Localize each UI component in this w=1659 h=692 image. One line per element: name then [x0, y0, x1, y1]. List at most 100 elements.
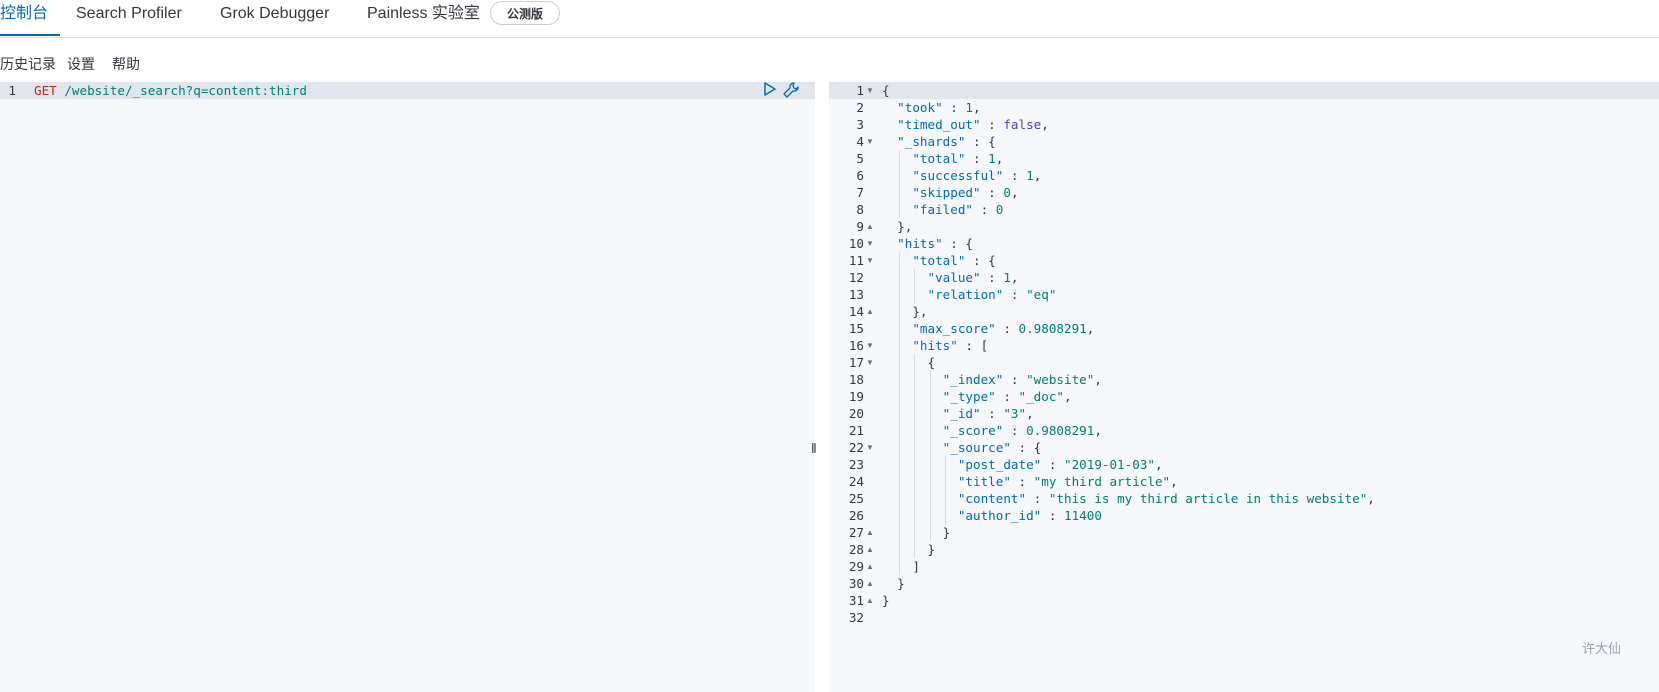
- response-line-number: 25: [848, 491, 864, 506]
- response-line-number: 14: [848, 304, 864, 319]
- response-line-number: 30: [848, 576, 864, 591]
- response-line-number: 16: [848, 338, 864, 353]
- response-line: {: [882, 83, 890, 98]
- fold-open-icon[interactable]: ▼: [866, 252, 874, 269]
- tab-search-profiler[interactable]: Search Profiler: [76, 0, 182, 36]
- response-line: "total" : 1,: [912, 151, 1004, 166]
- response-line: "hits" : {: [897, 236, 974, 251]
- indent-guide: [899, 150, 901, 218]
- response-line-number: 6: [856, 168, 864, 183]
- response-line: "successful" : 1,: [912, 168, 1042, 183]
- fold-close-icon[interactable]: ▲: [866, 592, 874, 609]
- response-line-number: 3: [856, 117, 864, 132]
- response-line: }: [882, 525, 951, 540]
- wrench-icon[interactable]: [782, 81, 799, 99]
- response-line-number: 9: [856, 219, 864, 234]
- response-line-number: 10: [848, 236, 864, 251]
- indent-guide: [929, 371, 931, 541]
- indent-guide: [899, 252, 901, 575]
- response-line-number: 18: [848, 372, 864, 387]
- watermark: 许大仙: [1581, 641, 1621, 656]
- fold-close-icon[interactable]: ▲: [866, 541, 874, 558]
- response-line: "value" : 1,: [927, 270, 1019, 285]
- response-line-number: 23: [848, 457, 864, 472]
- settings-link[interactable]: 设置: [67, 54, 95, 74]
- response-line: "hits" : [: [912, 338, 989, 353]
- response-line: "max_score" : 0.9808291,: [912, 321, 1095, 336]
- response-line-number: 21: [848, 423, 864, 438]
- response-line-number: 17: [848, 355, 864, 370]
- response-line: ]: [882, 559, 920, 574]
- response-line: "failed" : 0: [912, 202, 1004, 217]
- fold-open-icon[interactable]: ▼: [866, 235, 874, 252]
- response-line: }: [882, 542, 936, 557]
- response-line: "content" : "this is my third article in…: [957, 491, 1375, 506]
- fold-open-icon[interactable]: ▼: [866, 439, 874, 456]
- fold-open-icon[interactable]: ▼: [866, 82, 874, 99]
- response-line-number: 1: [856, 83, 864, 98]
- fold-close-icon[interactable]: ▲: [866, 558, 874, 575]
- response-line: },: [882, 219, 913, 234]
- response-line: "relation" : "eq": [927, 287, 1057, 302]
- response-line-number: 4: [856, 134, 864, 149]
- response-line-number: 22: [848, 440, 864, 455]
- response-active-line: [829, 82, 1659, 99]
- response-line: "timed_out" : false,: [897, 117, 1049, 132]
- response-line-number: 12: [848, 270, 864, 285]
- fold-close-icon[interactable]: ▲: [866, 218, 874, 235]
- response-line: {: [882, 355, 936, 370]
- response-line: "_source" : {: [942, 440, 1042, 455]
- fold-open-icon[interactable]: ▼: [866, 337, 874, 354]
- fold-close-icon[interactable]: ▲: [866, 575, 874, 592]
- request-method: GET: [34, 83, 57, 98]
- response-line-number: 11: [848, 253, 864, 268]
- response-line-number: 8: [856, 202, 864, 217]
- indent-guide: [914, 354, 916, 558]
- response-line: "_shards" : {: [897, 134, 996, 149]
- response-line: "_id" : "3",: [942, 406, 1034, 421]
- tab-painless-lab[interactable]: Painless 实验室: [367, 0, 480, 36]
- indent-guide: [914, 269, 916, 303]
- fold-open-icon[interactable]: ▼: [866, 133, 874, 150]
- response-line-number: 32: [848, 610, 864, 625]
- response-line-number: 2: [856, 100, 864, 115]
- response-line: },: [882, 304, 928, 319]
- response-line: }: [882, 593, 890, 608]
- response-line-number: 28: [848, 542, 864, 557]
- response-line: }: [882, 576, 905, 591]
- response-viewer: 1 ▼{2 "took" : 1, 3 "timed_out" : false, 4 ▼…: [829, 82, 1659, 692]
- response-line-number: 7: [856, 185, 864, 200]
- response-line: "title" : "my third article",: [957, 474, 1178, 489]
- request-line-number: 1: [8, 83, 16, 98]
- response-line-number: 5: [856, 151, 864, 166]
- fold-open-icon[interactable]: ▼: [866, 354, 874, 371]
- response-line-number: 24: [848, 474, 864, 489]
- tab-console[interactable]: 控制台: [0, 0, 60, 36]
- response-line-number: 13: [848, 287, 864, 302]
- fold-close-icon[interactable]: ▲: [866, 524, 874, 541]
- response-line-number: 29: [848, 559, 864, 574]
- help-link[interactable]: 帮助: [112, 54, 140, 74]
- response-line-number: 31: [848, 593, 864, 608]
- response-line-number: 27: [848, 525, 864, 540]
- request-path: /website/_search?q=content:third: [64, 83, 307, 98]
- top-tab-bar: 控制台 Search Profiler Grok Debugger Painle…: [0, 0, 1659, 38]
- request-editor[interactable]: 1 GET /website/_search?q=content:third: [0, 82, 815, 692]
- indent-guide: [944, 456, 946, 524]
- tab-grok-debugger[interactable]: Grok Debugger: [220, 0, 329, 36]
- response-line-number: 19: [848, 389, 864, 404]
- pane-resizer[interactable]: ‖: [811, 440, 817, 456]
- response-line-number: 26: [848, 508, 864, 523]
- response-line: "took" : 1,: [897, 100, 981, 115]
- request-line[interactable]: GET /website/_search?q=content:third: [34, 82, 307, 99]
- response-line-number: 20: [848, 406, 864, 421]
- response-line: "_type" : "_doc",: [942, 389, 1072, 404]
- beta-badge: 公测版: [490, 1, 560, 25]
- response-line-number: 15: [848, 321, 864, 336]
- play-icon[interactable]: [763, 81, 779, 99]
- response-line: "skipped" : 0,: [912, 185, 1019, 200]
- history-link[interactable]: 历史记录: [0, 54, 56, 74]
- response-line: "post_date" : "2019-01-03",: [957, 457, 1163, 472]
- fold-close-icon[interactable]: ▲: [866, 303, 874, 320]
- request-gutter: [0, 82, 30, 692]
